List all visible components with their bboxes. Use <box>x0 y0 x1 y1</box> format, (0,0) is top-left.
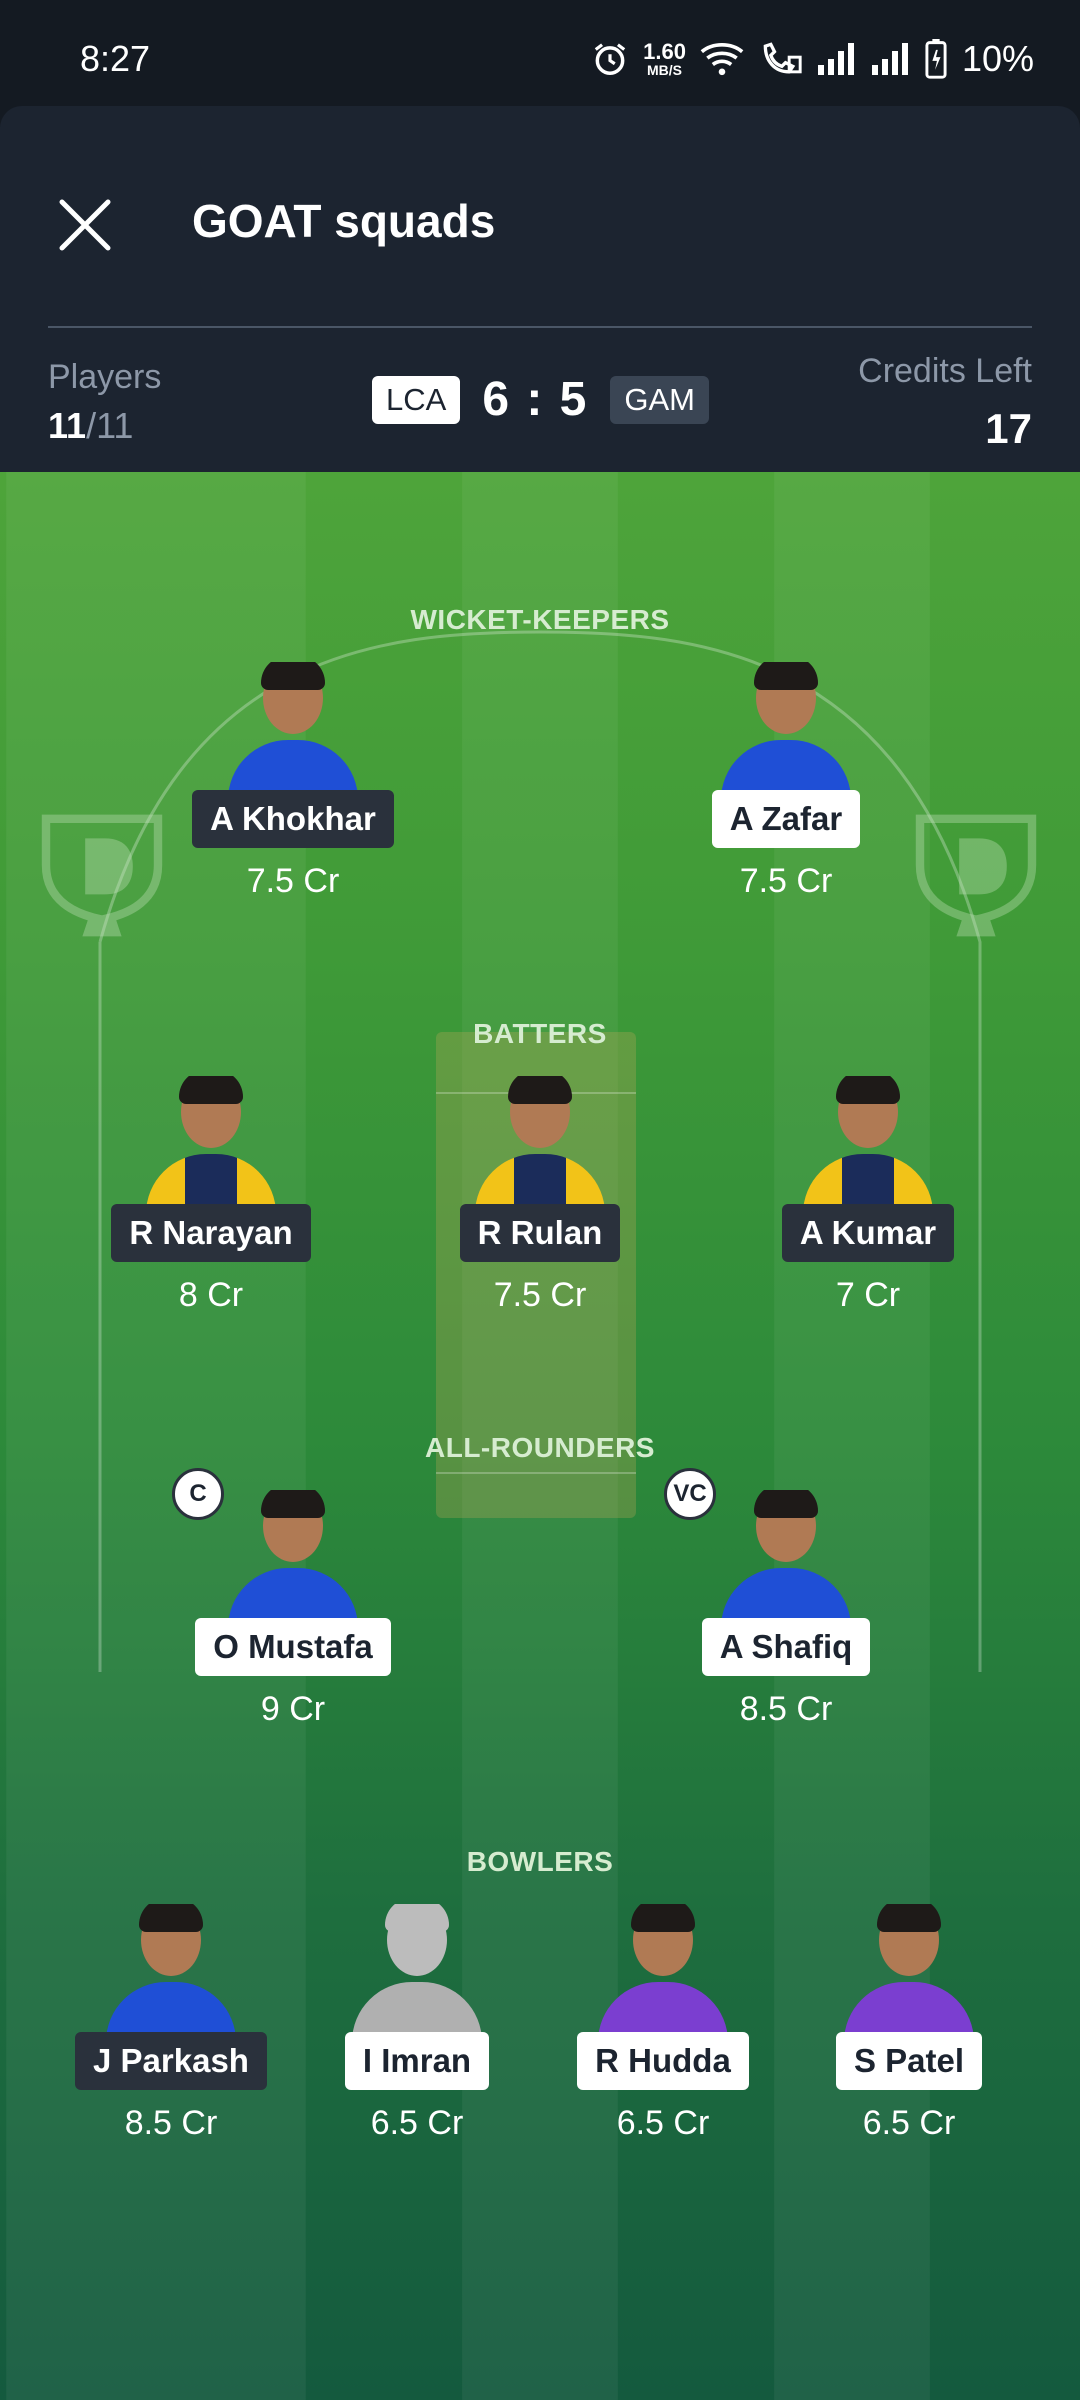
player-card-wk-2[interactable]: A Zafar 7.5 Cr <box>676 662 896 901</box>
player-name-tag: R Narayan <box>111 1204 311 1262</box>
player-avatar <box>465 1076 615 1206</box>
section-title-bowlers: BOWLERS <box>466 1846 614 1877</box>
network-speed-value: 1.60 <box>643 39 686 64</box>
wifi-icon <box>700 42 744 76</box>
section-title-wicket-keepers: WICKET-KEEPERS <box>410 604 670 635</box>
battery-charging-icon <box>925 39 947 79</box>
player-avatar <box>218 662 368 792</box>
squad-header: GOAT squads Players 11/11 LCA 6 : 5 GAM … <box>0 106 1080 472</box>
player-card-bat-2[interactable]: R Rulan 7.5 Cr <box>430 1076 650 1315</box>
player-credits: 7.5 Cr <box>246 862 340 900</box>
player-avatar <box>218 1490 368 1620</box>
status-bar: 8:27 1.60 MB/S 10% <box>0 0 1080 118</box>
player-name-tag: A Kumar <box>781 1204 955 1262</box>
team-left-chip: LCA <box>372 375 461 424</box>
status-icons: 1.60 MB/S 10% <box>591 34 1034 84</box>
player-avatar <box>342 1904 492 2034</box>
player-credits: 8.5 Cr <box>124 2104 218 2142</box>
player-card-bat-3[interactable]: A Kumar 7 Cr <box>758 1076 978 1315</box>
cricket-field: WICKET-KEEPERS BATTERS ALL-ROUNDERS BOWL… <box>0 472 1080 2400</box>
wifi-calling-icon <box>763 42 802 74</box>
player-name-tag: O Mustafa <box>195 1618 391 1676</box>
battery-percent: 10% <box>961 38 1034 79</box>
team-right-chip: GAM <box>610 375 709 424</box>
player-card-bat-1[interactable]: R Narayan 8 Cr <box>101 1076 321 1315</box>
player-name-tag: A Shafiq <box>701 1618 871 1676</box>
player-card-ar-1[interactable]: O Mustafa 9 Cr <box>183 1490 403 1729</box>
player-avatar <box>711 662 861 792</box>
player-name-tag: A Zafar <box>711 790 861 848</box>
player-credits: 6.5 Cr <box>616 2104 710 2142</box>
player-credits: 7.5 Cr <box>739 862 833 900</box>
players-selected: 11 <box>48 405 87 446</box>
players-label: Players <box>48 358 162 396</box>
dream-logo-icon <box>41 814 163 937</box>
vice-captain-badge: VC <box>664 1468 716 1520</box>
players-value: 11/11 <box>48 405 161 447</box>
player-name-tag: R Rulan <box>459 1204 621 1262</box>
page-title: GOAT squads <box>192 195 496 247</box>
player-credits: 8 Cr <box>178 1276 244 1314</box>
player-name-tag: J Parkash <box>75 2032 267 2090</box>
player-credits: 6.5 Cr <box>862 2104 956 2142</box>
header-divider <box>48 326 1032 328</box>
player-card-bowl-2[interactable]: I Imran 6.5 Cr <box>307 1904 527 2143</box>
team-split: LCA 6 : 5 GAM <box>372 372 709 427</box>
credits-left: Credits Left 17 <box>858 352 1032 453</box>
captain-badge: C <box>172 1468 224 1520</box>
player-name-tag: A Khokhar <box>192 790 394 848</box>
alarm-icon <box>594 43 626 75</box>
players-count: Players 11/11 <box>48 358 161 447</box>
player-card-bowl-4[interactable]: S Patel 6.5 Cr <box>799 1904 1019 2143</box>
player-credits: 6.5 Cr <box>370 2104 464 2142</box>
close-icon <box>59 199 111 251</box>
player-avatar <box>793 1076 943 1206</box>
player-name-tag: S Patel <box>835 2032 983 2090</box>
section-title-batters: BATTERS <box>473 1018 607 1049</box>
player-avatar <box>711 1490 861 1620</box>
player-card-bowl-3[interactable]: R Hudda 6.5 Cr <box>553 1904 773 2143</box>
player-name-tag: R Hudda <box>577 2032 749 2090</box>
section-title-all-rounders: ALL-ROUNDERS <box>425 1432 655 1463</box>
players-total: /11 <box>86 405 134 446</box>
status-time: 8:27 <box>80 38 151 79</box>
player-credits: 9 Cr <box>260 1690 326 1728</box>
player-credits: 7 Cr <box>835 1276 901 1314</box>
player-avatar <box>96 1904 246 2034</box>
network-speed: 1.60 MB/S <box>643 39 686 78</box>
network-speed-unit: MB/S <box>647 62 683 78</box>
close-button[interactable] <box>54 194 116 256</box>
signal-icon <box>871 43 908 75</box>
credits-label: Credits Left <box>858 352 1032 390</box>
player-avatar <box>588 1904 738 2034</box>
signal-icon <box>817 43 854 75</box>
dream-logo-icon <box>915 814 1037 937</box>
player-credits: 8.5 Cr <box>739 1690 833 1728</box>
player-name-tag: I Imran <box>344 2032 490 2090</box>
player-card-bowl-1[interactable]: J Parkash 8.5 Cr <box>61 1904 281 2143</box>
player-card-ar-2[interactable]: A Shafiq 8.5 Cr <box>676 1490 896 1729</box>
team-split-score: 6 : 5 <box>482 373 589 426</box>
player-credits: 7.5 Cr <box>493 1276 587 1314</box>
credits-value: 17 <box>985 405 1032 452</box>
player-card-wk-1[interactable]: A Khokhar 7.5 Cr <box>183 662 403 901</box>
player-avatar <box>834 1904 984 2034</box>
player-avatar <box>136 1076 286 1206</box>
